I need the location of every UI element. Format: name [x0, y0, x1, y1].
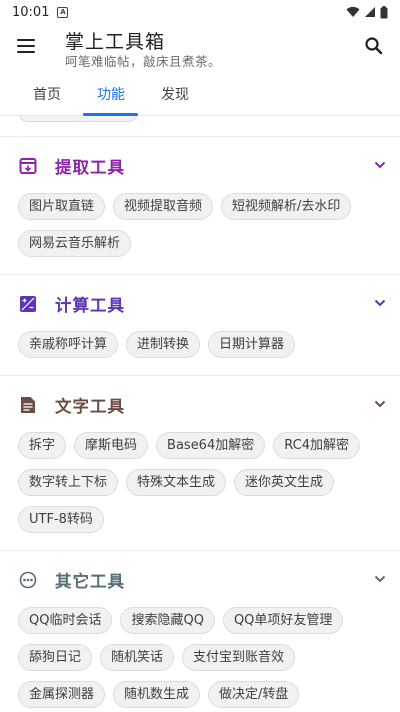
- chip-random-joke[interactable]: 随机笑话: [100, 644, 175, 671]
- chip-morse-code[interactable]: 摩斯电码: [74, 432, 149, 459]
- tab-home[interactable]: 首页: [33, 84, 61, 104]
- status-bar: 10:01 A: [0, 0, 400, 24]
- chip-rc4[interactable]: RC4加解密: [273, 432, 360, 459]
- chip-date-calculator[interactable]: 日期计算器: [208, 331, 296, 358]
- section-other-title: 其它工具: [55, 572, 125, 591]
- chip-metal-detector[interactable]: 金属探测器: [18, 681, 106, 708]
- chevron-down-icon[interactable]: [373, 397, 387, 411]
- section-calc-title: 计算工具: [55, 296, 125, 315]
- tab-features[interactable]: 功能: [97, 84, 125, 104]
- chip-video-extract-audio[interactable]: 视频提取音频: [113, 193, 214, 220]
- chevron-down-icon[interactable]: [373, 572, 387, 586]
- section-extract: 提取工具 图片取直链 视频提取音频 短视频解析/去水印 网易云音乐解析: [0, 136, 400, 267]
- signal-icon: [365, 7, 375, 17]
- section-other-header[interactable]: 其它工具: [0, 551, 400, 607]
- menu-icon: [17, 39, 35, 41]
- chip-netease-music-parse[interactable]: 网易云音乐解析: [18, 230, 132, 257]
- chevron-down-icon[interactable]: [373, 296, 387, 310]
- search-button[interactable]: [360, 32, 388, 60]
- menu-button[interactable]: [12, 32, 40, 60]
- section-calc-header[interactable]: 计算工具: [0, 275, 400, 331]
- section-text-title: 文字工具: [55, 397, 125, 416]
- section-extract-header[interactable]: 提取工具: [0, 137, 400, 193]
- calculator-icon: [20, 296, 36, 312]
- chip-split-character[interactable]: 拆字: [18, 432, 67, 459]
- chip-relative-title-calc[interactable]: 亲戚称呼计算: [18, 331, 119, 358]
- app-title: 掌上工具箱: [65, 31, 166, 53]
- battery-icon: [380, 5, 388, 18]
- chip-search-hidden-qq[interactable]: 搜索隐藏QQ: [120, 607, 215, 634]
- chip-short-video-parse[interactable]: 短视频解析/去水印: [221, 193, 352, 220]
- search-icon: [365, 37, 383, 55]
- chip-alipay-sound[interactable]: 支付宝到账音效: [182, 644, 296, 671]
- section-text: 文字工具 拆字 摩斯电码 Base64加解密 RC4加解密 数字转上下标 特殊文…: [0, 375, 400, 543]
- chip-utf8[interactable]: UTF-8转码: [18, 506, 104, 533]
- chip-sub-superscript[interactable]: 数字转上下标: [18, 469, 119, 496]
- chip-base-conversion[interactable]: 进制转换: [126, 331, 201, 358]
- section-text-header[interactable]: 文字工具: [0, 376, 400, 432]
- chip-random-number[interactable]: 随机数生成: [113, 681, 201, 708]
- chevron-down-icon[interactable]: [373, 158, 387, 172]
- more-horiz-icon: [19, 571, 37, 589]
- tab-discover[interactable]: 发现: [161, 84, 189, 104]
- chip-diary[interactable]: 舔狗日记: [18, 644, 93, 671]
- chip-mini-english[interactable]: 迷你英文生成: [234, 469, 335, 496]
- chip-qq-temp-chat[interactable]: QQ临时会话: [18, 607, 113, 634]
- tool-list[interactable]: 提取工具 图片取直链 视频提取音频 短视频解析/去水印 网易云音乐解析 计算工具: [0, 116, 400, 712]
- chip-base64[interactable]: Base64加解密: [156, 432, 266, 459]
- wifi-icon: [346, 6, 360, 17]
- archive-icon: [19, 158, 37, 174]
- section-calc: 计算工具 亲戚称呼计算 进制转换 日期计算器: [0, 274, 400, 368]
- chip-decide-wheel[interactable]: 做决定/转盘: [208, 681, 300, 708]
- tab-bar: 首页 功能 发现: [0, 76, 400, 116]
- app-bar: 掌上工具箱 呵笔难临帖，敲床且煮茶。: [0, 24, 400, 72]
- notification-icon: A: [57, 6, 69, 18]
- document-icon: [21, 397, 35, 413]
- chip-image-direct-link[interactable]: 图片取直链: [18, 193, 106, 220]
- app-subtitle: 呵笔难临帖，敲床且煮茶。: [65, 54, 222, 69]
- status-time: 10:01: [12, 4, 50, 20]
- section-other: 其它工具 QQ临时会话 搜索隐藏QQ QQ单项好友管理 舔狗日记 随机笑话 支付…: [0, 550, 400, 712]
- section-extract-title: 提取工具: [55, 158, 125, 177]
- chip-special-text[interactable]: 特殊文本生成: [126, 469, 227, 496]
- partial-chip[interactable]: [18, 116, 138, 122]
- chip-qq-friend-manage[interactable]: QQ单项好友管理: [222, 607, 344, 634]
